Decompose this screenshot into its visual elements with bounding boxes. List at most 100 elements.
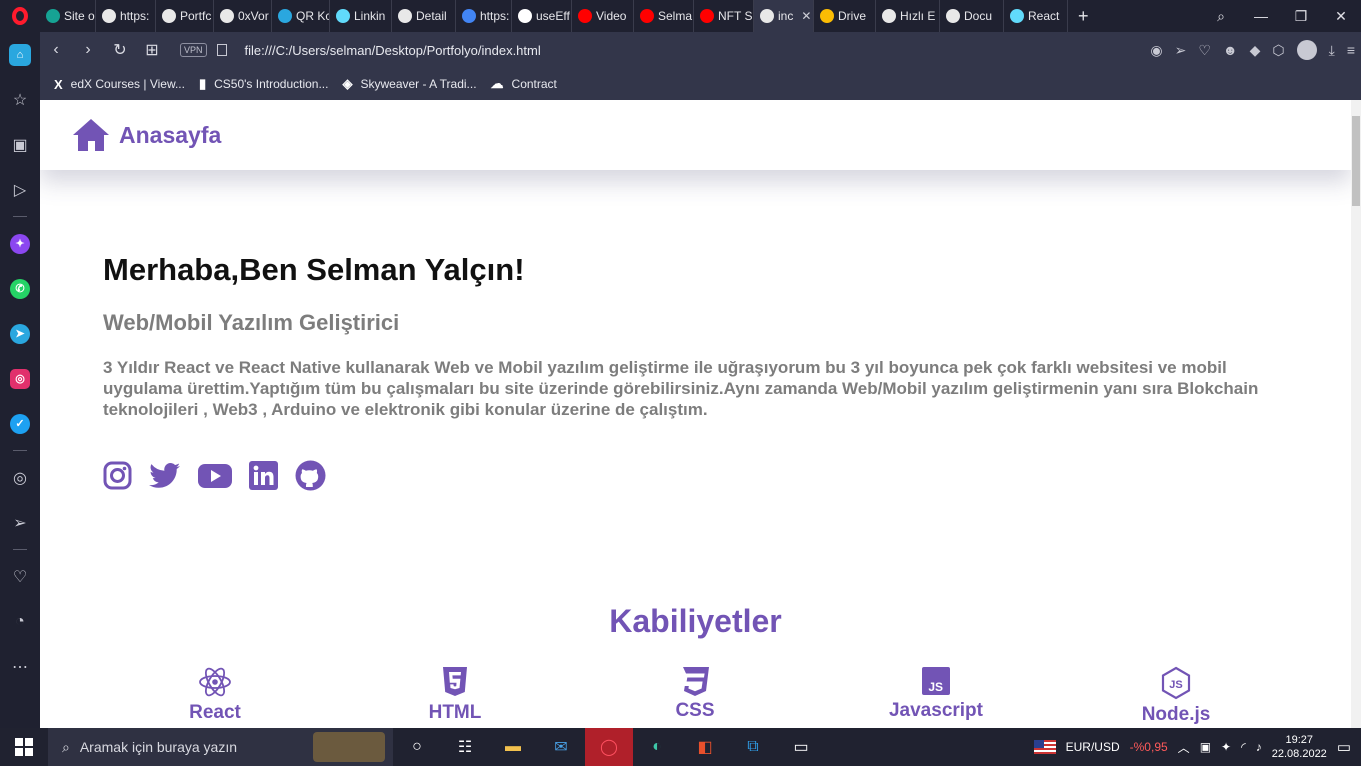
browser-tab[interactable]: QR Kc	[272, 0, 330, 32]
browser-tab[interactable]: Drive	[814, 0, 876, 32]
briefcase-icon[interactable]: ▣	[0, 122, 40, 167]
fx-change[interactable]: -%0,95	[1130, 740, 1168, 754]
start-button[interactable]	[0, 728, 48, 766]
browser-tab[interactable]: https:	[96, 0, 156, 32]
browser-tab[interactable]: React	[1004, 0, 1068, 32]
tab-favicon-icon	[102, 9, 116, 23]
office-icon[interactable]: ◧	[681, 728, 729, 766]
tab-label: NFT S	[718, 9, 753, 23]
input-method-icon[interactable]: ✦	[1221, 740, 1231, 754]
profile-avatar[interactable]	[1296, 40, 1317, 60]
tab-label: Portfc	[180, 9, 212, 23]
terminal-icon[interactable]: ▭	[777, 728, 825, 766]
cube-icon[interactable]: ⬡	[1272, 42, 1284, 59]
tab-favicon-icon	[278, 9, 292, 23]
tab-label: QR Kc	[296, 9, 330, 23]
task-view-icon[interactable]: ○	[393, 728, 441, 766]
tab-close-icon[interactable]: ✕	[801, 9, 811, 23]
browser-tab[interactable]: inc ✕	[754, 0, 814, 32]
messenger-icon[interactable]: ✦	[0, 221, 40, 266]
clock[interactable]: 19:27 22.08.2022	[1272, 733, 1327, 761]
tab-search-icon[interactable]: ⌕	[1201, 0, 1241, 32]
twitter-sidebar-icon[interactable]: ✓	[0, 401, 40, 446]
bookmarks-bar: XedX Courses | View... ▮ CS50's Introducti…	[40, 68, 1361, 100]
browser-tab[interactable]: NFT S	[694, 0, 754, 32]
social-links	[103, 460, 326, 491]
back-button[interactable]: ‹	[40, 41, 72, 59]
bookmark-item[interactable]: ☁ Contract	[491, 76, 557, 92]
opera-sidebar: ⌂ ☆ ▣ ▷ ✦ ✆ ➤ ◎ ✓ ◎ ➢ ♡ ◔ ⋯	[0, 32, 40, 728]
vpn-badge[interactable]: VPN	[180, 43, 207, 57]
notifications-icon[interactable]: ▭	[1337, 738, 1351, 756]
player-circle-icon[interactable]: ◎	[0, 455, 40, 500]
restore-button[interactable]: ❐	[1281, 0, 1321, 32]
download-icon[interactable]: ⤓	[1329, 42, 1335, 59]
linkedin-icon[interactable]	[249, 461, 278, 490]
tab-favicon-icon	[578, 9, 592, 23]
bookmark-item[interactable]: ▮ CS50's Introduction...	[199, 76, 329, 92]
tab-label: Site o	[64, 9, 95, 23]
nodejs-icon: JS	[1161, 666, 1191, 700]
bookmark-item[interactable]: XedX Courses | View...	[54, 77, 185, 92]
scrollbar-thumb[interactable]	[1352, 116, 1360, 206]
browser-tab[interactable]: Site o	[40, 0, 96, 32]
star-icon[interactable]: ☆	[0, 77, 40, 122]
browser-tab[interactable]: Hızlı E	[876, 0, 940, 32]
browser-tab[interactable]: Selma	[634, 0, 694, 32]
send-sidebar-icon[interactable]: ➢	[0, 500, 40, 545]
forward-button[interactable]: ›	[72, 41, 104, 59]
opera-taskbar-icon[interactable]: ◯	[585, 728, 633, 766]
fx-pair[interactable]: EUR/USD	[1066, 740, 1120, 754]
page-scrollbar[interactable]	[1351, 100, 1361, 728]
browser-tab[interactable]: Docu	[940, 0, 1004, 32]
tray-app-icon[interactable]: ▣	[1200, 740, 1211, 754]
vscode-icon[interactable]: ⧉	[729, 728, 777, 766]
wifi-icon[interactable]: ◜	[1241, 740, 1246, 754]
browser-tab[interactable]: 0xVor	[214, 0, 272, 32]
browser-tab[interactable]: Portfc	[156, 0, 214, 32]
browser-tab[interactable]: https:	[456, 0, 512, 32]
url-field[interactable]: file:///C:/Users/selman/Desktop/Portfoly…	[245, 43, 541, 58]
taskbar-search[interactable]: ⌕ Aramak için buraya yazın	[48, 728, 393, 766]
youtube-icon[interactable]	[198, 463, 232, 489]
speed-dial-icon[interactable]: ⊞	[136, 40, 168, 60]
extension-icon[interactable]: ☻	[1223, 42, 1238, 58]
widgets-icon[interactable]: ☷	[441, 728, 489, 766]
instagram-sidebar-icon[interactable]: ◎	[0, 356, 40, 401]
close-window-button[interactable]: ✕	[1321, 0, 1361, 32]
heart-icon[interactable]: ♡	[1198, 42, 1211, 59]
home-icon[interactable]: ⌂	[0, 32, 40, 77]
tray-chevron-icon[interactable]: ︿	[1178, 739, 1190, 756]
browser-tab[interactable]: Video	[572, 0, 634, 32]
browser-tab[interactable]: Detail	[392, 0, 456, 32]
volume-icon[interactable]: ♪	[1256, 740, 1262, 754]
home-link[interactable]: Anasayfa	[73, 119, 221, 151]
snapshot-icon[interactable]: ◉	[1150, 42, 1162, 59]
github-icon[interactable]	[295, 460, 326, 491]
twitter-icon[interactable]	[149, 462, 181, 490]
file-explorer-icon[interactable]: ▬	[489, 728, 537, 766]
player-icon[interactable]: ▷	[0, 167, 40, 212]
metamask-icon[interactable]: ◆	[1250, 42, 1261, 59]
menu-icon[interactable]: ≡	[1347, 42, 1355, 58]
new-tab-button[interactable]: +	[1068, 6, 1099, 27]
bookmark-item[interactable]: ◈ Skyweaver - A Tradi...	[342, 76, 476, 92]
whatsapp-icon[interactable]: ✆	[0, 266, 40, 311]
bookmark-icon: ◈	[342, 76, 353, 91]
instagram-icon[interactable]	[103, 461, 132, 490]
opera-logo-icon[interactable]	[0, 0, 40, 32]
tab-label: React	[1028, 9, 1060, 23]
minimize-button[interactable]: —	[1241, 0, 1281, 32]
heart-sidebar-icon[interactable]: ♡	[0, 554, 40, 599]
tab-label: 0xVor	[238, 9, 269, 23]
browser-tab[interactable]: useEff	[512, 0, 572, 32]
history-icon[interactable]: ◔	[0, 599, 40, 644]
browser-tab[interactable]: Linkin	[330, 0, 392, 32]
mail-icon[interactable]: ✉	[537, 728, 585, 766]
send-icon[interactable]: ➢	[1175, 42, 1187, 59]
more-icon[interactable]: ⋯	[0, 644, 40, 689]
edge-icon[interactable]: ◐	[633, 728, 681, 766]
telegram-icon[interactable]: ➤	[0, 311, 40, 356]
tab-label: Docu	[964, 9, 993, 23]
reload-button[interactable]: ↻	[104, 40, 136, 60]
